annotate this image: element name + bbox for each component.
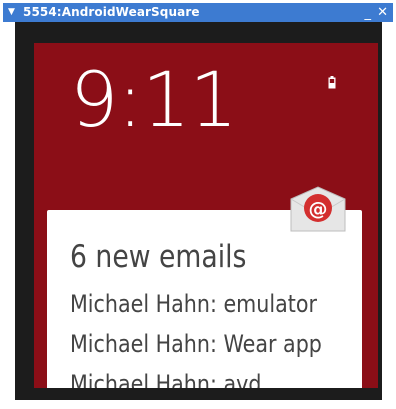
window-menu-icon[interactable]: ▼: [8, 3, 15, 22]
notification-title: 6 new emails: [70, 239, 247, 275]
minimize-icon[interactable]: _: [365, 4, 372, 23]
close-icon[interactable]: ✕: [377, 3, 388, 22]
window-titlebar[interactable]: ▼ 5554:AndroidWearSquare _ ✕: [3, 3, 393, 22]
email-line: Michael Hahn: emulator: [70, 290, 317, 318]
window-title: 5554:AndroidWearSquare: [23, 5, 200, 19]
battery-charging-icon: [328, 76, 336, 89]
watch-clock: 9:11: [70, 55, 238, 144]
notification-card[interactable]: 6 new emails Michael Hahn: emulator Mich…: [47, 210, 362, 388]
svg-text:@: @: [309, 198, 328, 220]
email-line: Michael Hahn: avd: [70, 370, 262, 388]
emulator-window: ▼ 5554:AndroidWearSquare _ ✕ 9:11 6 new …: [0, 0, 396, 409]
email-icon: @: [290, 186, 346, 232]
watch-screen[interactable]: 9:11 6 new emails Michael Hahn: emulator…: [34, 43, 378, 388]
email-line: Michael Hahn: Wear app: [70, 330, 322, 358]
